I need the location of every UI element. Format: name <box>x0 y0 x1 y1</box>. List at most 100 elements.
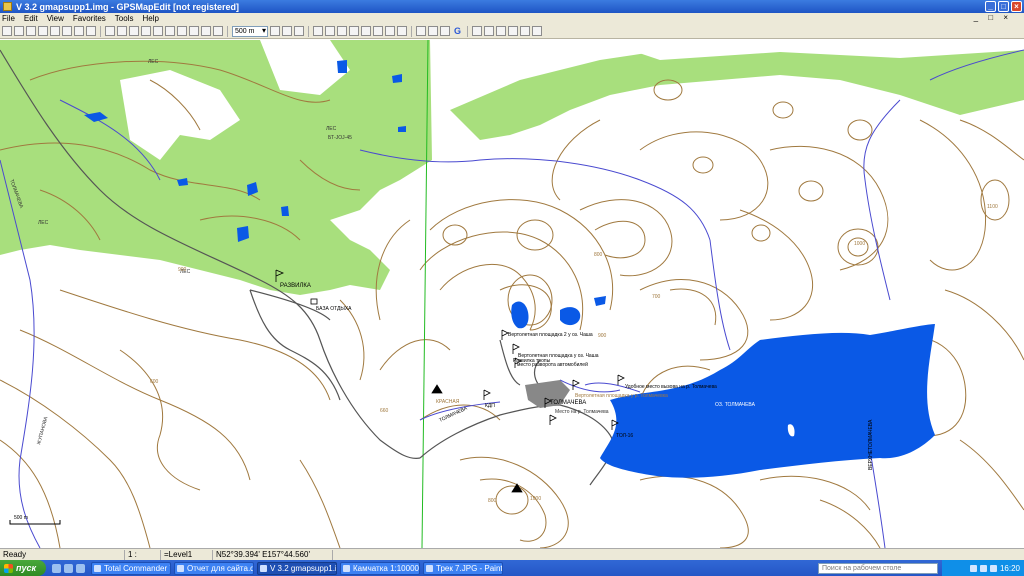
windows-taskbar: пуск Total Commander 7.5... Отчет для са… <box>0 560 1024 576</box>
lake-small <box>511 301 529 329</box>
redo-icon[interactable] <box>484 26 494 36</box>
contour-label: 660 <box>380 408 389 414</box>
hand-tool-icon[interactable] <box>105 26 115 36</box>
mdi-window-controls[interactable]: _ □ × <box>974 13 1012 22</box>
contour-label: 1000 <box>854 241 865 247</box>
save-icon[interactable] <box>26 26 36 36</box>
maximize-button[interactable]: □ <box>998 1 1009 12</box>
system-tray: 16:20 <box>942 560 1024 576</box>
lake-small <box>594 296 606 306</box>
map-label: Вертолетная площадка 2 у оз. Чаша <box>508 332 593 338</box>
lake-tolmacheva <box>600 324 935 478</box>
railway-icon[interactable] <box>337 26 347 36</box>
task-report-doc[interactable]: Отчет для сайта.do... <box>174 561 254 575</box>
open-file-icon[interactable] <box>14 26 24 36</box>
window-titlebar: V 3.2 gmapsupp1.img - GPSMapEdit [not re… <box>0 0 1024 13</box>
pond <box>337 60 347 73</box>
flag-icon <box>483 389 491 400</box>
map-canvas[interactable]: ЛЕС ЛЕС ЛЕС ЛЕС БТ-ЈОЈ-45 ТОЛМАЧЕВА ЖУПА… <box>0 40 1024 548</box>
grid-toggle-icon[interactable] <box>325 26 335 36</box>
start-button[interactable]: пуск <box>0 560 46 576</box>
rows-icon[interactable] <box>361 26 371 36</box>
zoom-out-icon[interactable] <box>282 26 292 36</box>
contour-label: 600 <box>150 379 159 385</box>
label-tool-icon[interactable] <box>177 26 187 36</box>
zoom-in-icon[interactable] <box>270 26 280 36</box>
close-button[interactable]: × <box>1011 1 1022 12</box>
contour-label: 1100 <box>987 204 998 210</box>
menu-help[interactable]: Help <box>142 14 158 23</box>
track-tool-icon[interactable] <box>213 26 223 36</box>
photo-icon[interactable] <box>428 26 438 36</box>
contour-label: 1000 <box>530 496 541 502</box>
labels-toggle-icon[interactable] <box>313 26 323 36</box>
save-as-icon[interactable] <box>38 26 48 36</box>
layers-icon[interactable] <box>349 26 359 36</box>
map-label: Удобное место вызова на р. Толмачева <box>625 384 717 390</box>
tray-icon[interactable] <box>969 564 977 572</box>
window-controls: _ □ × <box>985 1 1022 12</box>
point-tool-icon[interactable] <box>165 26 175 36</box>
properties-icon[interactable] <box>50 26 60 36</box>
copy-object-icon[interactable] <box>520 26 530 36</box>
map-label: 500 m <box>14 515 28 521</box>
task-gpsmapedit[interactable]: V 3.2 gmapsupp1.img... <box>257 561 337 575</box>
map-label: ТОЛМАЧЕВА <box>550 400 586 406</box>
legend-icon[interactable] <box>385 26 395 36</box>
menu-favorites[interactable]: Favorites <box>73 14 106 23</box>
contour-label: 900 <box>598 333 607 339</box>
map-label: БАЗА ОТДЫХА <box>316 306 352 312</box>
select-tool-icon[interactable] <box>117 26 127 36</box>
task-kamchatka[interactable]: Камчатка 1:1000000... <box>340 561 420 575</box>
toolbar-separator <box>411 25 412 37</box>
map-view-icon[interactable] <box>86 26 96 36</box>
map-label: ЛЕС <box>148 59 159 65</box>
lake-small <box>560 307 581 326</box>
print-icon[interactable] <box>74 26 84 36</box>
map-label: место разворота автомобилей <box>517 361 588 368</box>
desktop-search-input[interactable]: Поиск на рабочем столе <box>818 562 938 574</box>
map-label: ЛЕС <box>326 126 337 132</box>
map-label: БТ-ЈОЈ-45 <box>328 135 352 141</box>
node-tool-icon[interactable] <box>129 26 139 36</box>
quick-launch-icon[interactable] <box>76 563 85 573</box>
quick-launch-icon[interactable] <box>52 563 61 573</box>
flag-icon <box>572 379 580 390</box>
map-label: ВЕРХНЕТОЛМАЧЕВА <box>868 419 874 470</box>
menu-view[interactable]: View <box>47 14 64 23</box>
quick-launch <box>52 563 85 573</box>
map-label: ЖУПАНОВА <box>36 415 49 445</box>
gps-icon[interactable] <box>440 26 450 36</box>
forest-area <box>0 40 432 295</box>
raster-icon[interactable] <box>416 26 426 36</box>
copy-icon[interactable] <box>62 26 72 36</box>
main-toolbar: 500 m G <box>0 24 1024 39</box>
quick-launch-icon[interactable] <box>64 563 73 573</box>
google-icon[interactable]: G <box>452 26 463 36</box>
undo-icon[interactable] <box>472 26 482 36</box>
menu-file[interactable]: File <box>2 14 15 23</box>
scale-dropdown[interactable]: 500 m <box>232 25 268 37</box>
task-total-commander[interactable]: Total Commander 7.5... <box>91 561 171 575</box>
polyline-tool-icon[interactable] <box>141 26 151 36</box>
table-icon[interactable] <box>373 26 383 36</box>
menu-tools[interactable]: Tools <box>115 14 134 23</box>
waypoint-tool-icon[interactable] <box>201 26 211 36</box>
start-label: пуск <box>16 563 37 573</box>
tray-icon[interactable] <box>979 564 987 572</box>
task-paint[interactable]: Трек 7.JPG - Paint <box>423 561 503 575</box>
mountain-peak-icon <box>431 384 443 394</box>
cut-icon[interactable] <box>496 26 506 36</box>
map-svg[interactable]: ЛЕС ЛЕС ЛЕС ЛЕС БТ-ЈОЈ-45 ТОЛМАЧЕВА ЖУПА… <box>0 40 1024 548</box>
polygon-tool-icon[interactable] <box>153 26 163 36</box>
minimize-button[interactable]: _ <box>985 1 996 12</box>
tray-icon[interactable] <box>989 564 997 572</box>
measure-tool-icon[interactable] <box>189 26 199 36</box>
zoom-window-icon[interactable] <box>294 26 304 36</box>
print-preview-icon[interactable] <box>397 26 407 36</box>
new-file-icon[interactable] <box>2 26 12 36</box>
contour-label: 700 <box>652 294 661 300</box>
paste-icon[interactable] <box>508 26 518 36</box>
delete-icon[interactable] <box>532 26 542 36</box>
menu-edit[interactable]: Edit <box>24 14 38 23</box>
